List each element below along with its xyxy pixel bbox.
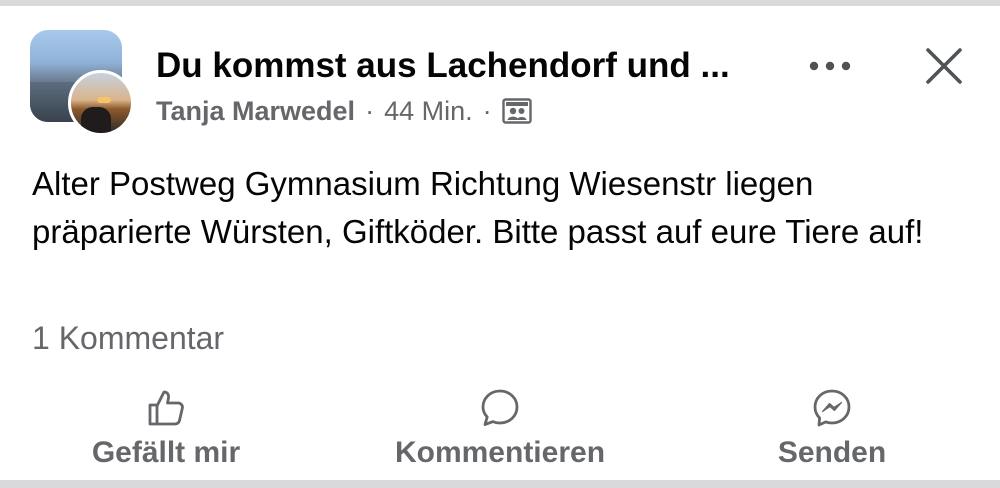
post-text: Alter Postweg Gymnasium Richtung Wiesens…: [32, 165, 924, 250]
send-button[interactable]: Senden: [752, 386, 912, 476]
close-icon: [926, 48, 962, 84]
group-members-icon: [501, 98, 532, 124]
avatar-group[interactable]: [30, 30, 136, 136]
post-time[interactable]: 44 Min.: [384, 96, 473, 127]
comment-label: Kommentieren: [394, 436, 606, 469]
more-options-button[interactable]: [806, 46, 854, 86]
messenger-icon: [810, 386, 854, 430]
like-label: Gefällt mir: [91, 436, 241, 469]
meta-separator: ·: [365, 95, 375, 126]
post-actions: Gefällt mir Kommentieren Senden: [0, 386, 1000, 476]
author-avatar-figure: [81, 107, 111, 133]
post-header: Du kommst aus Lachendorf und ... Tanja M…: [0, 6, 1000, 136]
author-avatar[interactable]: [68, 70, 134, 136]
comment-count[interactable]: 1 Kommentar: [32, 318, 224, 358]
author-avatar-sunset: [97, 97, 111, 103]
comment-button[interactable]: Kommentieren: [370, 386, 630, 476]
thumbs-up-icon: [144, 386, 188, 430]
close-button[interactable]: [918, 40, 970, 92]
more-icon: [809, 61, 851, 71]
send-label: Senden: [777, 436, 887, 469]
post-card: Du kommst aus Lachendorf und ... Tanja M…: [0, 6, 1000, 480]
comment-bubble-icon: [478, 386, 522, 430]
meta-separator: ·: [482, 95, 492, 126]
like-button[interactable]: Gefällt mir: [66, 386, 266, 476]
author-name[interactable]: Tanja Marwedel: [156, 96, 355, 127]
group-name[interactable]: Du kommst aus Lachendorf und ...: [156, 46, 796, 86]
post-meta: Tanja Marwedel · 44 Min. ·: [156, 94, 532, 128]
